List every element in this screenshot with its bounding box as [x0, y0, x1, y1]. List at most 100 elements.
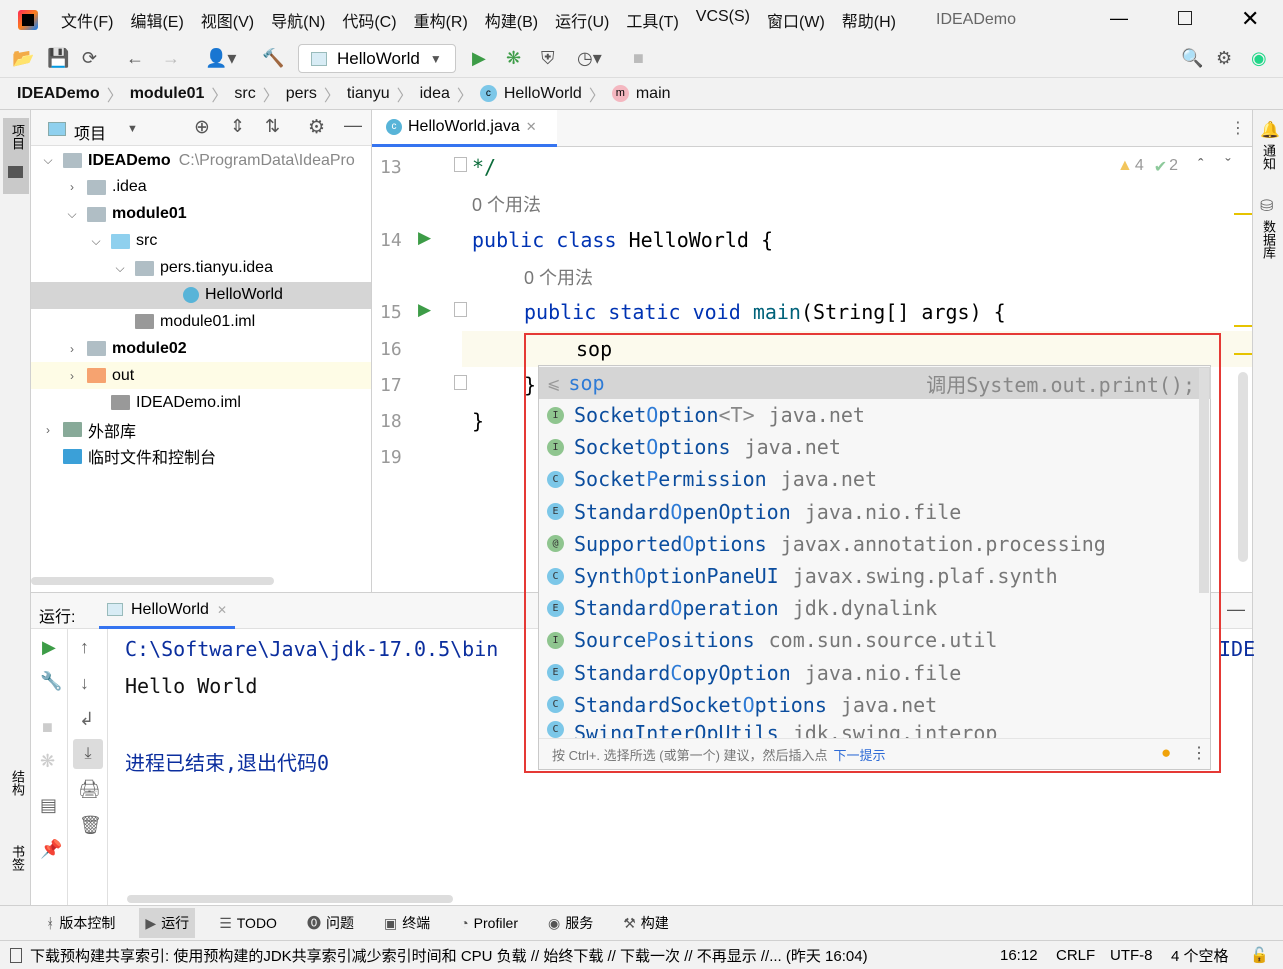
- breadcrumb-item[interactable]: src: [234, 85, 255, 103]
- horizontal-scrollbar[interactable]: [31, 577, 274, 585]
- bookmarks-tool-button[interactable]: 书签: [8, 845, 27, 871]
- project-view-select[interactable]: 项目: [74, 120, 106, 144]
- soft-wrap-icon[interactable]: ↲: [79, 709, 94, 730]
- tree-item[interactable]: ⌵ IDEADemo C:\ProgramData\IdeaPro: [31, 147, 371, 174]
- tree-item[interactable]: › .idea: [31, 174, 371, 201]
- tab-helloworld-java[interactable]: c HelloWorld.java ✕: [372, 110, 557, 147]
- close-button[interactable]: ✕: [1241, 6, 1259, 32]
- more-options-icon[interactable]: ⋮: [1191, 743, 1207, 763]
- search-icon[interactable]: 🔍: [1181, 48, 1203, 69]
- breadcrumb-item[interactable]: main: [636, 85, 671, 103]
- status-icon[interactable]: [10, 947, 22, 963]
- code-line[interactable]: */: [472, 155, 496, 179]
- inspection-widget[interactable]: ▲ 4 ✔ 2 ˆ ˇ: [1117, 157, 1231, 177]
- hide-icon[interactable]: —: [344, 115, 362, 136]
- breadcrumb-item[interactable]: module01: [130, 85, 205, 103]
- completion-item[interactable]: E Standard OpenOption java.nio.file: [539, 496, 1211, 528]
- pin-icon[interactable]: 📌: [40, 839, 62, 860]
- wrench-icon[interactable]: 🔧: [40, 671, 62, 692]
- popup-scrollbar[interactable]: [1199, 368, 1209, 593]
- code-line[interactable]: public class HelloWorld {: [472, 228, 773, 252]
- database-tool-button[interactable]: 数据库: [1259, 220, 1278, 259]
- caret-position[interactable]: 16:12: [1000, 947, 1038, 964]
- tree-item[interactable]: IDEADemo.iml: [31, 389, 371, 416]
- run-config-select[interactable]: HelloWorld ▼: [298, 44, 456, 73]
- menu-item[interactable]: 构建(B): [485, 8, 538, 32]
- indent-setting[interactable]: 4 个空格: [1171, 945, 1229, 966]
- save-icon[interactable]: 💾: [47, 48, 69, 69]
- menu-item[interactable]: 运行(U): [555, 8, 609, 32]
- chevron-down-icon[interactable]: ▼: [127, 123, 138, 135]
- next-tip-link[interactable]: 下一提示: [834, 745, 886, 764]
- code-line[interactable]: }: [472, 409, 484, 433]
- fold-marker-icon[interactable]: [454, 374, 467, 390]
- layout-icon[interactable]: ▤: [40, 795, 57, 816]
- menu-item[interactable]: 编辑(E): [130, 8, 183, 32]
- completion-item[interactable]: I Socket Options java.net: [539, 431, 1211, 463]
- chevron-down-icon[interactable]: ⌵: [41, 153, 55, 168]
- menu-item[interactable]: 视图(V): [201, 8, 254, 32]
- horizontal-scrollbar[interactable]: [127, 895, 453, 903]
- chevron-down-icon[interactable]: ⌵: [89, 234, 103, 249]
- back-icon[interactable]: ←: [126, 48, 144, 69]
- completion-item[interactable]: C StandardSocket Options java.net: [539, 689, 1211, 721]
- tree-item[interactable]: 临时文件和控制台: [31, 443, 371, 470]
- bell-icon[interactable]: 🔔: [1260, 120, 1280, 140]
- code-line[interactable]: public static void main(String[] args) {: [524, 300, 1006, 324]
- collapse-all-icon[interactable]: ⇅: [265, 116, 280, 137]
- gear-icon[interactable]: ⚙: [1216, 48, 1232, 69]
- breadcrumb-item[interactable]: HelloWorld: [504, 85, 582, 103]
- chevron-right-icon[interactable]: ›: [65, 342, 79, 356]
- breadcrumb-item[interactable]: pers: [286, 85, 317, 103]
- more-options-icon[interactable]: ⋮: [1230, 118, 1246, 138]
- stop-icon[interactable]: ■: [633, 48, 644, 69]
- completion-item[interactable]: I Source Positions com.sun.source.util: [539, 624, 1211, 656]
- locate-icon[interactable]: ⊕: [194, 116, 210, 139]
- tool-tab[interactable]: ◔ Profiler: [454, 908, 524, 938]
- breadcrumb-item[interactable]: idea: [420, 85, 450, 103]
- tool-tab[interactable]: ⓿ 问题: [301, 908, 360, 938]
- debug-icon[interactable]: ❋: [506, 48, 521, 69]
- close-tab-icon[interactable]: ✕: [526, 119, 537, 135]
- run-gutter-icon[interactable]: ▶: [418, 228, 431, 248]
- chevron-right-icon[interactable]: ›: [65, 369, 79, 383]
- scroll-to-end-button[interactable]: ⤓: [73, 739, 103, 769]
- sync-icon[interactable]: ⟳: [82, 48, 97, 69]
- lightbulb-icon[interactable]: ●: [1161, 743, 1171, 763]
- gear-icon[interactable]: ⚙: [308, 116, 325, 139]
- hide-panel-icon[interactable]: —: [1227, 599, 1245, 620]
- minimize-button[interactable]: —: [1110, 8, 1128, 29]
- tree-item[interactable]: ⌵ module01: [31, 201, 371, 228]
- run-gutter-icon[interactable]: ▶: [418, 300, 431, 320]
- run-tab-helloworld[interactable]: HelloWorld ✕: [99, 593, 236, 629]
- tool-tab[interactable]: ☰ TODO: [213, 908, 283, 938]
- structure-tool-button[interactable]: 结构: [8, 770, 27, 796]
- usages-hint[interactable]: 0 个用法: [472, 191, 541, 217]
- chevron-right-icon[interactable]: ›: [41, 423, 55, 437]
- menu-item[interactable]: 文件(F): [61, 8, 113, 32]
- trash-icon[interactable]: 🗑: [79, 815, 102, 836]
- maximize-button[interactable]: [1178, 11, 1192, 25]
- notifications-tool-button[interactable]: 通知: [1259, 144, 1278, 170]
- tool-tab[interactable]: ◉ 服务: [542, 908, 599, 938]
- stop-icon[interactable]: ■: [42, 717, 53, 738]
- breadcrumb-item[interactable]: tianyu: [347, 85, 390, 103]
- completion-item-live-template[interactable]: ⩽ sop 调用System.out.print();: [539, 367, 1211, 399]
- completion-item[interactable]: I Socket Option <T> java.net: [539, 399, 1211, 431]
- chevron-down-icon[interactable]: ⌵: [65, 207, 79, 222]
- completion-item[interactable]: E Standard Operation jdk.dynalink: [539, 592, 1211, 624]
- fold-marker-icon[interactable]: [454, 302, 467, 318]
- coverage-icon[interactable]: ⛨: [541, 48, 555, 69]
- tree-item[interactable]: ⌵ pers.tianyu.idea: [31, 255, 371, 282]
- completion-item[interactable]: C Synth OptionPaneUI javax.swing.plaf.synth: [539, 560, 1211, 592]
- tree-item[interactable]: HelloWorld: [31, 281, 371, 309]
- open-folder-icon[interactable]: 📂: [12, 48, 34, 69]
- menu-item[interactable]: 帮助(H): [842, 8, 896, 32]
- tree-item[interactable]: module01.iml: [31, 308, 371, 335]
- tree-item[interactable]: ⌵ src: [31, 228, 371, 255]
- line-separator[interactable]: CRLF: [1056, 947, 1095, 964]
- tool-tab[interactable]: ▶ 运行: [139, 908, 196, 938]
- jetbrains-icon[interactable]: ◉: [1251, 48, 1267, 69]
- vertical-scrollbar[interactable]: [1238, 372, 1248, 562]
- menu-item[interactable]: 代码(C): [342, 8, 396, 32]
